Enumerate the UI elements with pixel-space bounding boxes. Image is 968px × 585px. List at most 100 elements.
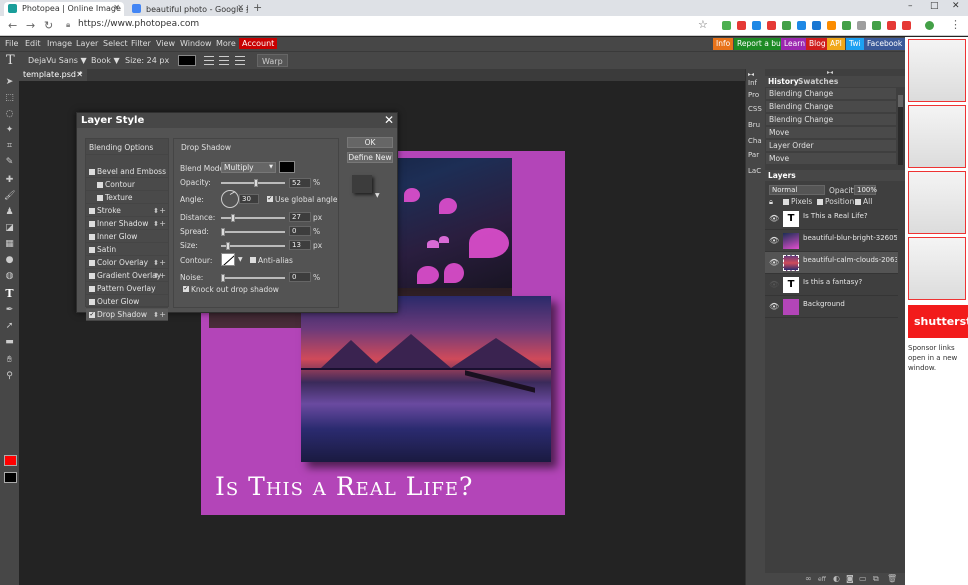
- define-new-button[interactable]: Define New: [347, 152, 393, 163]
- contour-picker[interactable]: [221, 253, 235, 266]
- gradient-tool-icon[interactable]: ▦: [4, 239, 15, 250]
- zoom-tool-icon[interactable]: ⚲: [4, 371, 15, 382]
- add-effect-icon[interactable]: +: [159, 270, 166, 282]
- history-item[interactable]: Move: [766, 153, 896, 165]
- extension-icon[interactable]: [782, 21, 791, 30]
- blur-tool-icon[interactable]: ●: [4, 255, 15, 266]
- close-tab-icon[interactable]: ✕: [113, 3, 120, 12]
- crop-tool-icon[interactable]: ⌗: [4, 141, 15, 152]
- menu-window[interactable]: Window: [180, 39, 212, 48]
- slider-handle[interactable]: [221, 274, 225, 282]
- size-slider[interactable]: [221, 242, 285, 250]
- spread-slider[interactable]: [221, 228, 285, 236]
- visibility-eye-icon[interactable]: 👁︎: [769, 258, 779, 267]
- checkbox[interactable]: [97, 195, 103, 201]
- lake-photo-layer[interactable]: [301, 296, 551, 462]
- effect-satin[interactable]: Satin: [86, 244, 168, 256]
- menu-edit[interactable]: Edit: [25, 39, 41, 48]
- effect-pattern-overlay[interactable]: Pattern Overlay: [86, 283, 168, 295]
- brush-tool-icon[interactable]: 🖌︎: [4, 191, 15, 202]
- foreground-color-swatch[interactable]: [4, 455, 17, 466]
- angle-dial[interactable]: [221, 190, 239, 208]
- opacity-input[interactable]: 52: [289, 178, 311, 188]
- ad-image-thumbnail[interactable]: [908, 171, 966, 234]
- preview-dropdown-icon[interactable]: ▼: [375, 192, 380, 199]
- opacity-slider[interactable]: [221, 179, 285, 187]
- checkbox[interactable]: [89, 169, 95, 175]
- checkbox[interactable]: [89, 221, 95, 227]
- reorder-icon[interactable]: ⬍: [153, 205, 159, 217]
- folder-icon[interactable]: ▭: [859, 574, 867, 583]
- checkbox[interactable]: [89, 208, 95, 214]
- effect-inner-glow[interactable]: Inner Glow: [86, 231, 168, 243]
- adjustment-icon[interactable]: ◐: [833, 574, 840, 583]
- slider-handle[interactable]: [254, 179, 258, 187]
- visibility-eye-icon[interactable]: 👁︎: [769, 236, 779, 245]
- shape-tool-icon[interactable]: ▬: [4, 337, 15, 348]
- checkbox[interactable]: [89, 247, 95, 253]
- anti-alias-checkbox[interactable]: [250, 257, 256, 263]
- add-effect-icon[interactable]: +: [159, 205, 166, 217]
- noise-input[interactable]: 0: [289, 272, 311, 282]
- close-window-icon[interactable]: ✕: [952, 1, 960, 11]
- ad-image-thumbnail[interactable]: [908, 39, 966, 102]
- browser-menu-icon[interactable]: ⋮: [950, 18, 961, 31]
- reorder-icon[interactable]: ⬍: [153, 270, 159, 282]
- twitter-button[interactable]: Twi: [846, 38, 864, 50]
- tab-layers[interactable]: Layers: [768, 171, 796, 180]
- distance-slider[interactable]: [221, 214, 285, 222]
- lasso-tool-icon[interactable]: ◌: [4, 109, 15, 120]
- blending-options-item[interactable]: Blending Options: [86, 141, 168, 155]
- url-input[interactable]: 🔒︎ https://www.photopea.com: [64, 19, 694, 33]
- close-tab-icon[interactable]: ✕: [237, 3, 244, 12]
- checkbox[interactable]: [89, 286, 95, 292]
- effect-contour[interactable]: Contour: [86, 179, 168, 191]
- checkbox[interactable]: [89, 234, 95, 240]
- effects-icon[interactable]: eff: [818, 576, 826, 583]
- maximize-icon[interactable]: □: [930, 1, 939, 11]
- menu-more[interactable]: More: [216, 39, 236, 48]
- size-input[interactable]: 13: [289, 240, 311, 250]
- panel-tab-properties[interactable]: Pro: [748, 91, 759, 99]
- layer-row[interactable]: 👁︎ Background: [765, 296, 898, 318]
- noise-slider[interactable]: [221, 274, 285, 282]
- history-item[interactable]: Layer Order: [766, 140, 896, 152]
- visibility-eye-icon[interactable]: 👁︎: [769, 302, 779, 311]
- canvas-title-text[interactable]: Is This a Real Life?: [201, 472, 565, 501]
- panel-tab-paragraph[interactable]: Par: [748, 151, 759, 159]
- marquee-tool-icon[interactable]: ⬚: [4, 93, 15, 104]
- effect-inner-shadow[interactable]: Inner Shadow ⬍ +: [86, 218, 168, 230]
- knockout-checkbox[interactable]: ✓: [183, 286, 189, 292]
- blog-button[interactable]: Blog: [806, 38, 829, 50]
- add-effect-icon[interactable]: +: [159, 309, 166, 321]
- ad-image-thumbnail[interactable]: [908, 105, 966, 168]
- blend-mode-select[interactable]: Multiply: [221, 162, 276, 173]
- menu-image[interactable]: Image: [47, 39, 72, 48]
- background-color-swatch[interactable]: [4, 472, 17, 483]
- hand-tool-icon[interactable]: ✋︎: [4, 355, 15, 366]
- effect-stroke[interactable]: Stroke ⬍ +: [86, 205, 168, 217]
- reorder-icon[interactable]: ⬍: [153, 309, 159, 321]
- eyedropper-tool-icon[interactable]: ✎: [4, 157, 15, 168]
- add-effect-icon[interactable]: +: [159, 257, 166, 269]
- star-icon[interactable]: ☆: [698, 18, 708, 31]
- effect-bevel-emboss[interactable]: Bevel and Emboss: [86, 166, 168, 178]
- add-effect-icon[interactable]: +: [159, 218, 166, 230]
- link-layers-icon[interactable]: ∞: [805, 574, 812, 583]
- effect-color-overlay[interactable]: Color Overlay ⬍ +: [86, 257, 168, 269]
- reload-icon[interactable]: ↻: [44, 19, 53, 32]
- eraser-tool-icon[interactable]: ◪: [4, 223, 15, 234]
- clone-stamp-tool-icon[interactable]: ♟: [4, 207, 15, 218]
- trash-icon[interactable]: 🗑︎: [887, 574, 897, 583]
- shutterstock-ad-banner[interactable]: shutterstock: [908, 305, 968, 338]
- history-item[interactable]: Blending Change: [766, 114, 896, 126]
- panel-tab-info[interactable]: Inf: [748, 79, 757, 87]
- extension-icon[interactable]: [857, 21, 866, 30]
- collapse-icon[interactable]: ▸◂: [748, 71, 754, 78]
- mask-icon[interactable]: ◙: [846, 574, 854, 583]
- checkbox[interactable]: [89, 299, 95, 305]
- menu-file[interactable]: File: [5, 39, 18, 48]
- lock-pixels-checkbox[interactable]: [783, 199, 789, 205]
- slider-handle[interactable]: [231, 214, 235, 222]
- align-left-icon[interactable]: [204, 56, 214, 65]
